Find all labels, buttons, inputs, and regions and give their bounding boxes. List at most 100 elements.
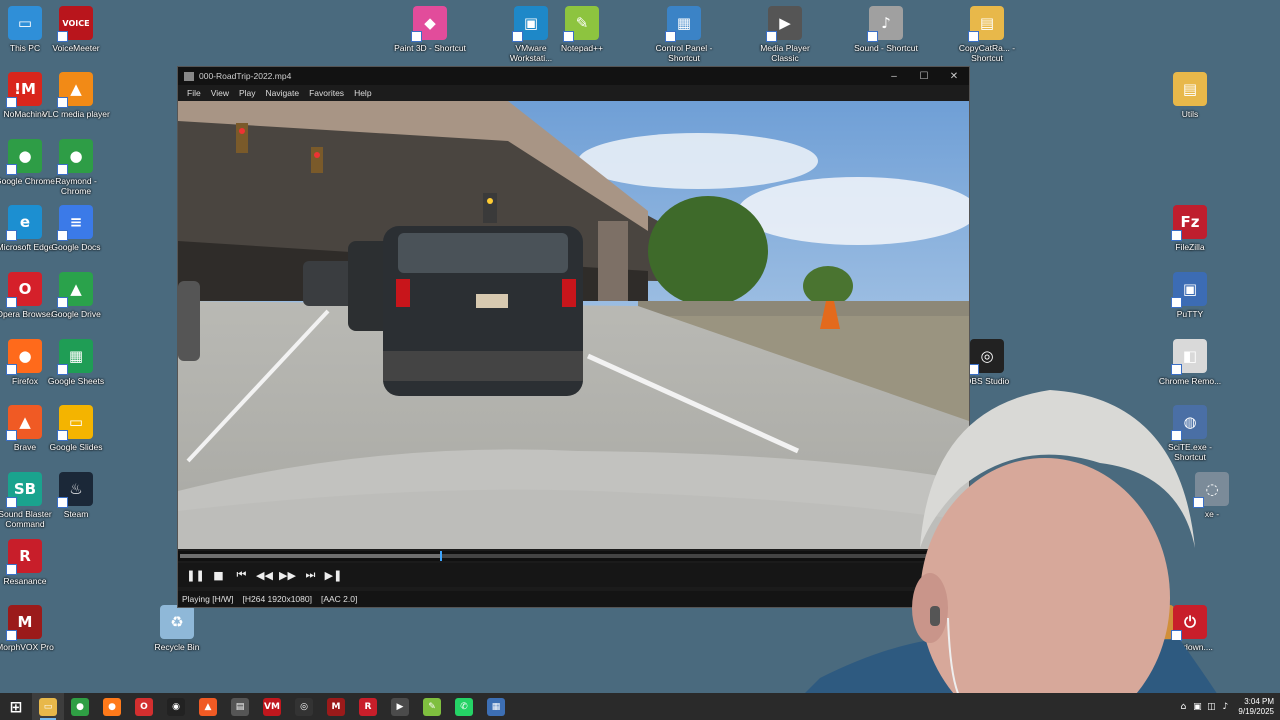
taskbar-obs[interactable]: ◎ (288, 693, 320, 720)
taskbar-start[interactable]: ⊞ (0, 693, 32, 720)
desktop-icon-recycle-bin[interactable]: ♻ Recycle Bin (140, 605, 214, 652)
frame-step-button[interactable]: ▶❚ (322, 569, 345, 582)
webcam-overlay (800, 390, 1220, 698)
desktop-icon-mpc[interactable]: ▶ Media Player Classic (748, 6, 822, 63)
rewind-button[interactable]: ◀◀ (253, 569, 276, 582)
clock-date: 9/19/2025 (1238, 706, 1274, 716)
opera-icon: O (6, 272, 42, 308)
desktop-icon-morphvox[interactable]: M MorphVOX Pro (0, 605, 62, 652)
taskbar: ⊞ ▭ ● ● O ◉ ▲ ▤ VM ◎ M R ▶ ✎ ✆ ▦ ⌂ ▣ ◫ ♪ 3:04 PM 9/19/2… (0, 693, 1280, 720)
desktop-icon-voicemeeter[interactable]: VOICE VoiceMeeter (39, 6, 113, 53)
minimize-button[interactable]: – (879, 71, 909, 82)
taskbar-file-explorer[interactable]: ▭ (32, 693, 64, 720)
google-chrome-icon: ● (6, 139, 42, 175)
sound-blaster-icon: SB (6, 472, 42, 508)
previous-button[interactable]: ⏮ (230, 568, 253, 582)
desktop-icon-steam[interactable]: ♨ Steam (39, 472, 113, 519)
this-pc-icon: ▭ (8, 6, 42, 40)
desktop-icon-label: Notepad++ (560, 43, 604, 53)
desktop-icon-label: Sound - Shortcut (854, 43, 918, 53)
menu-bar: File View Play Navigate Favorites Help (178, 85, 969, 101)
morphvox-icon: M (327, 697, 345, 716)
desktop-icon-label: Resanance (3, 576, 47, 586)
putty-icon: ▣ (1171, 272, 1207, 308)
raymond-chrome-icon: ● (57, 139, 93, 175)
desktop-icon-filezilla[interactable]: Fz FileZilla (1153, 205, 1227, 252)
clock-time: 3:04 PM (1244, 696, 1274, 706)
taskbar-chrome[interactable]: ● (64, 693, 96, 720)
video-codec-info: [H264 1920x1080] (242, 594, 312, 604)
tray-volume-icon[interactable]: ♪ (1218, 702, 1232, 712)
close-button[interactable]: ✕ (939, 71, 969, 82)
menu-view[interactable]: View (206, 88, 234, 98)
steam-icon: ♨ (57, 472, 93, 508)
taskbar-whatsapp[interactable]: ✆ (448, 693, 480, 720)
desktop-icon-label: Raymond - Chrome (55, 176, 97, 196)
mpc-icon: ▶ (391, 697, 409, 716)
desktop-icon-label: PuTTY (1176, 309, 1204, 319)
desktop-icon-google-drive[interactable]: ▲ Google Drive (39, 272, 113, 319)
nvidia-icon: ◉ (167, 697, 185, 716)
google-slides-icon: ▭ (57, 405, 93, 441)
desktop-icon-control-panel[interactable]: ▦ Control Panel - Shortcut (647, 6, 721, 63)
menu-file[interactable]: File (182, 88, 206, 98)
forward-button[interactable]: ▶▶ (276, 569, 299, 582)
desktop-icon-label: Google Docs (51, 242, 101, 252)
tray-display-icon[interactable]: ▣ (1190, 702, 1204, 712)
desktop-icon-label: Google Sheets (47, 376, 105, 386)
menu-favorites[interactable]: Favorites (304, 88, 349, 98)
taskbar-morphvox[interactable]: M (320, 693, 352, 720)
next-button[interactable]: ⏭ (299, 568, 322, 582)
player-titlebar[interactable]: 000-RoadTrip-2022.mp4 – ☐ ✕ (178, 67, 969, 85)
vmware-icon: ▣ (512, 6, 548, 42)
brave-icon: ▲ (6, 405, 42, 441)
microsoft-edge-icon: e (6, 205, 42, 241)
stop-button[interactable]: ■ (207, 569, 230, 582)
maximize-button[interactable]: ☐ (909, 71, 939, 82)
google-drive-icon: ▲ (57, 272, 93, 308)
nomachine-icon: !M (6, 72, 42, 108)
desktop-icon-utils[interactable]: ▤ Utils (1153, 72, 1227, 119)
taskbar-nvidia[interactable]: ◉ (160, 693, 192, 720)
desktop-icon-sound[interactable]: ♪ Sound - Shortcut (849, 6, 923, 53)
system-tray: ⌂ ▣ ◫ ♪ 3:04 PM 9/19/2025 (1176, 693, 1280, 720)
resanance-icon: R (6, 539, 42, 575)
desktop-icon-resanance[interactable]: R Resanance (0, 539, 62, 586)
seek-thumb[interactable] (439, 551, 442, 561)
desktop-icon-google-sheets[interactable]: ▦ Google Sheets (39, 339, 113, 386)
google-sheets-icon: ▦ (57, 339, 93, 375)
whatsapp-icon: ✆ (455, 697, 473, 716)
obs-icon: ◎ (295, 697, 313, 716)
desktop-icon-notepadpp[interactable]: ✎ Notepad++ (545, 6, 619, 53)
taskbar-opera[interactable]: O (128, 693, 160, 720)
tray-window-icon[interactable]: ◫ (1204, 702, 1218, 712)
taskbar-voicemeeter[interactable]: VM (256, 693, 288, 720)
chrome-remote-icon: ◧ (1171, 339, 1207, 375)
mpc-icon: ▶ (766, 6, 802, 42)
taskbar-brave[interactable]: ▲ (192, 693, 224, 720)
taskbar-printer[interactable]: ▤ (224, 693, 256, 720)
pause-button[interactable]: ❚❚ (184, 569, 207, 582)
menu-play[interactable]: Play (234, 88, 261, 98)
menu-help[interactable]: Help (349, 88, 376, 98)
desktop-icon-putty[interactable]: ▣ PuTTY (1153, 272, 1227, 319)
desktop-icon-copycatra[interactable]: ▤ CopyCatRa... - Shortcut (950, 6, 1024, 63)
desktop-icon-google-slides[interactable]: ▭ Google Slides (39, 405, 113, 452)
taskbar-notepadpp[interactable]: ✎ (416, 693, 448, 720)
notepadpp-icon: ✎ (563, 6, 599, 42)
desktop-icon-label: FileZilla (1175, 242, 1205, 252)
taskbar-mpc[interactable]: ▶ (384, 693, 416, 720)
desktop-icon-label: Google Drive (51, 309, 101, 319)
desktop-icon-paint3d[interactable]: ◆ Paint 3D - Shortcut (393, 6, 467, 53)
desktop-icon-label: Steam (63, 509, 89, 519)
taskbar-firefox[interactable]: ● (96, 693, 128, 720)
menu-navigate[interactable]: Navigate (261, 88, 305, 98)
taskbar-resanance[interactable]: R (352, 693, 384, 720)
taskbar-clock[interactable]: 3:04 PM 9/19/2025 (1232, 697, 1280, 717)
taskbar-calculator[interactable]: ▦ (480, 693, 512, 720)
desktop-icon-label: CopyCatRa... - Shortcut (958, 43, 1016, 63)
desktop-icon-raymond-chrome[interactable]: ● Raymond - Chrome (39, 139, 113, 196)
tray-network-icon[interactable]: ⌂ (1176, 702, 1190, 712)
desktop-icon-vlc[interactable]: ▲ VLC media player (39, 72, 113, 119)
desktop-icon-google-docs[interactable]: ≡ Google Docs (39, 205, 113, 252)
